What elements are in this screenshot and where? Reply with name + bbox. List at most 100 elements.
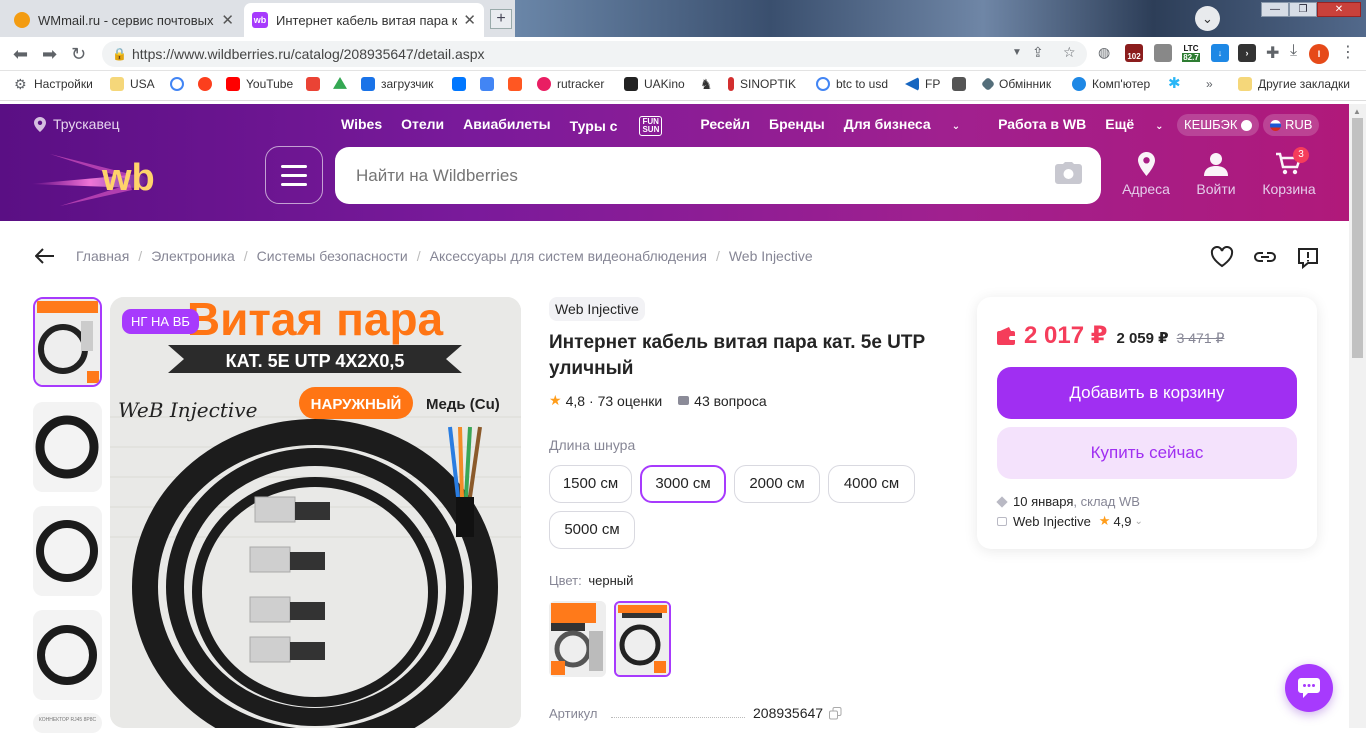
profile-avatar[interactable]: I: [1309, 44, 1329, 64]
bookmark-snowflake[interactable]: ✱: [1168, 76, 1188, 91]
cart-button[interactable]: Корзина: [1254, 150, 1324, 197]
bookmark-usa[interactable]: USA: [110, 77, 155, 91]
tab-close-icon[interactable]: ✕: [463, 11, 476, 29]
gallery-thumbnail[interactable]: [33, 506, 102, 596]
page-scrollbar[interactable]: ▲: [1349, 104, 1366, 728]
copy-icon[interactable]: [829, 706, 842, 720]
size-option[interactable]: 4000 см: [828, 465, 915, 503]
globe-extension-icon[interactable]: ◍: [1098, 44, 1110, 61]
bookmark-settings[interactable]: ⚙ Настройки: [14, 77, 93, 91]
color-variant-thumbnail[interactable]: [549, 601, 606, 677]
bookmark-sinoptik[interactable]: SINOPTIK: [728, 77, 796, 91]
size-option[interactable]: 1500 см: [549, 465, 632, 503]
nav-flights[interactable]: Авиабилеты: [463, 116, 551, 136]
new-tab-button[interactable]: +: [490, 9, 512, 29]
bookmark-btc-to-usd[interactable]: btc to usd: [816, 77, 888, 91]
downloads-icon[interactable]: ⤓: [1290, 42, 1297, 60]
breadcrumb-cctv-accessories[interactable]: Аксессуары для систем видеонаблюдения: [430, 248, 707, 264]
url-input[interactable]: 🔒 https://www.wildberries.ru/catalog/208…: [102, 41, 1087, 67]
extension-terminal-icon[interactable]: ›: [1238, 44, 1256, 62]
breadcrumb-security-systems[interactable]: Системы безопасности: [257, 248, 408, 264]
bookmark-rutracker[interactable]: rutracker: [537, 77, 604, 91]
bookmark-gmail[interactable]: [306, 77, 326, 91]
close-window-button[interactable]: ✕: [1317, 2, 1361, 17]
bookmark-vk[interactable]: [452, 77, 472, 91]
login-button[interactable]: Войти: [1181, 150, 1251, 197]
add-to-cart-button[interactable]: Добавить в корзину: [997, 367, 1297, 419]
bookmark-translate[interactable]: [480, 77, 500, 91]
bookmark-uakino[interactable]: UAKino: [624, 77, 685, 91]
report-icon[interactable]: [1296, 246, 1320, 270]
rating-summary[interactable]: ★ 4,8 · 73 оценки 43 вопроса: [549, 392, 767, 409]
dropdown-arrow-icon[interactable]: ▼: [1012, 47, 1022, 58]
bookmark-exchanger[interactable]: Обмінник: [980, 76, 1051, 92]
browser-menu-icon[interactable]: ⋮: [1340, 42, 1356, 62]
bookmark-star-icon[interactable]: ☆: [1063, 44, 1076, 61]
bookmark-computer[interactable]: Комп'ютер: [1072, 77, 1150, 91]
camera-search-icon[interactable]: [1055, 162, 1082, 184]
tab-search-button[interactable]: ⌄: [1195, 6, 1220, 31]
share-icon[interactable]: ⇪: [1032, 44, 1044, 61]
catalog-menu-button[interactable]: [265, 146, 323, 204]
bookmark-drive[interactable]: [333, 77, 353, 91]
browser-tab-wmmail[interactable]: WMmail.ru - сервис почтовых рассылок ✕: [6, 3, 242, 37]
scroll-up-arrow-icon[interactable]: ▲: [1353, 107, 1361, 116]
tab-close-icon[interactable]: ✕: [221, 11, 234, 29]
reload-icon[interactable]: ↻: [71, 44, 86, 65]
nav-business[interactable]: Для бизнеса ⌄: [844, 116, 979, 136]
nav-resale[interactable]: Ресейл: [700, 116, 750, 136]
brand-tag[interactable]: Web Injective: [549, 297, 645, 321]
breadcrumb-home[interactable]: Главная: [76, 248, 129, 264]
back-arrow-icon[interactable]: [35, 248, 55, 264]
bookmark-google[interactable]: [170, 77, 190, 91]
minimize-button[interactable]: —: [1261, 2, 1289, 17]
bookmark-f[interactable]: [508, 77, 528, 91]
product-main-image[interactable]: Витая пара КАТ. 5E UTP 4X2X0,5 WeB Injec…: [110, 297, 521, 728]
extension-download-icon[interactable]: ↓: [1211, 44, 1229, 62]
buy-now-button[interactable]: Купить сейчас: [997, 427, 1297, 479]
questions-count[interactable]: 43 вопроса: [694, 393, 766, 409]
seller-info[interactable]: Web Injective ★ 4,9 ⌄: [997, 513, 1143, 529]
extension-ltc-icon[interactable]: LTC 82.7: [1180, 44, 1202, 62]
bookmarks-overflow-chevron-icon[interactable]: »: [1206, 77, 1213, 91]
browser-tab-wildberries[interactable]: wb Интернет кабель витая пара кат. 5е UT…: [244, 3, 484, 37]
extensions-puzzle-icon[interactable]: ✚: [1266, 43, 1279, 63]
size-option[interactable]: 5000 см: [549, 511, 635, 549]
nav-hotels[interactable]: Отели: [401, 116, 444, 136]
bookmark-youtube[interactable]: YouTube: [226, 77, 293, 91]
bookmark-downloader[interactable]: загрузчик: [361, 77, 433, 91]
nav-more[interactable]: Ещё ⌄: [1105, 116, 1182, 136]
maximize-button[interactable]: ❐: [1289, 2, 1317, 17]
size-option-selected[interactable]: 3000 см: [640, 465, 726, 503]
breadcrumb-electronics[interactable]: Электроника: [151, 248, 235, 264]
bookmark-horse[interactable]: ♞: [700, 77, 720, 91]
breadcrumb-brand[interactable]: Web Injective: [729, 248, 813, 264]
heart-icon[interactable]: [1210, 246, 1234, 268]
gallery-thumbnail[interactable]: [33, 610, 102, 700]
cashback-button[interactable]: КЕШБЭК: [1177, 114, 1260, 136]
size-option[interactable]: 2000 см: [734, 465, 820, 503]
extension-briefcase-icon[interactable]: [1154, 44, 1172, 62]
search-input[interactable]: [335, 147, 1101, 204]
color-variant-thumbnail-selected[interactable]: [614, 601, 671, 677]
bookmark-fp[interactable]: FP: [905, 77, 940, 91]
bookmark-yandex[interactable]: [198, 77, 218, 91]
link-icon[interactable]: [1253, 246, 1277, 268]
scrollbar-thumb[interactable]: [1352, 118, 1363, 358]
forward-arrow-icon[interactable]: ➡: [42, 44, 57, 65]
bookmark-bc[interactable]: [952, 77, 972, 91]
gallery-thumbnail[interactable]: [33, 402, 102, 492]
currency-selector[interactable]: RUB: [1263, 114, 1320, 136]
chat-button[interactable]: [1285, 664, 1333, 712]
location-selector[interactable]: Трускавец: [34, 116, 120, 132]
extension-102-icon[interactable]: 102: [1125, 44, 1143, 62]
nav-tours[interactable]: Туры с FUN SUN: [570, 116, 682, 136]
gallery-thumbnail[interactable]: [33, 297, 102, 387]
nav-work[interactable]: Работа в WB: [998, 116, 1086, 136]
gallery-thumbnail[interactable]: КОННЕКТОР RJ45 8P8C: [33, 713, 102, 733]
other-bookmarks[interactable]: Другие закладки: [1238, 77, 1350, 91]
nav-wibes[interactable]: Wibes: [341, 116, 382, 136]
wildberries-logo[interactable]: wb: [30, 144, 190, 214]
nav-brands[interactable]: Бренды: [769, 116, 825, 136]
addresses-button[interactable]: Адреса: [1111, 150, 1181, 197]
